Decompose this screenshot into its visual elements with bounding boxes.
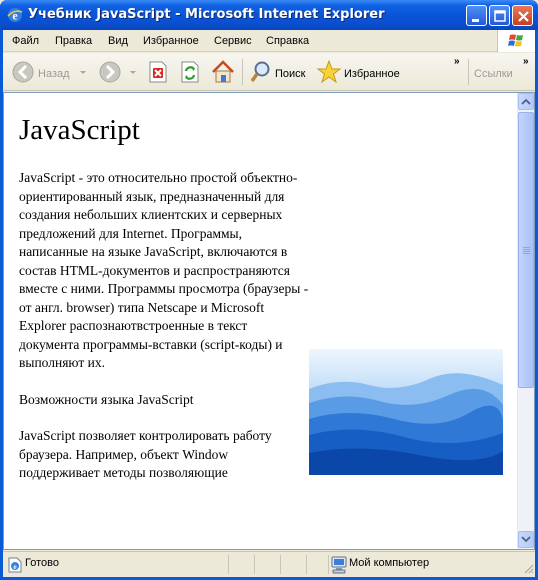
page-heading: JavaScript <box>19 114 140 146</box>
menu-help[interactable]: Справка <box>266 35 309 47</box>
intro-paragraph: JavaScript - это относительно простой об… <box>19 170 309 370</box>
zone-label: Мой компьютер <box>349 557 430 569</box>
my-computer-icon <box>331 556 347 574</box>
browser-control-paragraph: JavaScript позволяет контролировать рабо… <box>19 428 272 480</box>
ie-window: e Учебник JavaScript - Microsoft Interne… <box>0 0 538 580</box>
status-cell <box>229 555 255 574</box>
maximize-icon <box>494 10 506 22</box>
window-frame: Файл Правка Вид Избранное Сервис Справка… <box>3 30 535 577</box>
scroll-grip <box>523 249 530 250</box>
refresh-icon[interactable] <box>179 58 201 86</box>
vertical-scrollbar[interactable] <box>517 93 534 549</box>
windows-flag-icon <box>508 34 523 47</box>
toolbar-separator <box>468 59 469 85</box>
page-viewport[interactable]: JavaScript JavaScript - это относительно… <box>3 92 535 550</box>
standard-toolbar: Назад Поиск Избранное » Ссылки » <box>3 53 535 91</box>
links-label[interactable]: Ссылки <box>474 68 513 80</box>
menu-edit[interactable]: Правка <box>55 35 92 47</box>
links-overflow-chevron[interactable]: » <box>523 56 529 67</box>
home-icon[interactable] <box>210 58 236 86</box>
status-main-cell <box>3 555 229 574</box>
title-bar[interactable]: e Учебник JavaScript - Microsoft Interne… <box>0 0 538 30</box>
favorites-button-label[interactable]: Избранное <box>344 68 400 80</box>
minimize-icon <box>472 19 479 22</box>
features-paragraph: Возможности языка JavaScript <box>19 391 194 407</box>
toolbar-overflow-chevron[interactable]: » <box>454 56 460 67</box>
forward-dropdown-icon[interactable] <box>128 58 138 86</box>
menu-bar: Файл Правка Вид Избранное Сервис Справка <box>3 30 535 52</box>
ie-logo-icon: e <box>7 8 23 23</box>
chevron-down-icon <box>521 536 531 543</box>
scroll-up-button[interactable] <box>518 93 534 110</box>
menu-view[interactable]: Вид <box>108 35 128 47</box>
back-dropdown-icon[interactable] <box>78 58 88 86</box>
chevron-up-icon <box>521 98 531 105</box>
mountain-landscape-image <box>309 349 503 475</box>
scroll-grip <box>523 251 530 252</box>
status-cell <box>307 555 329 574</box>
scroll-grip <box>523 253 530 254</box>
menu-tools[interactable]: Сервис <box>214 35 252 47</box>
search-icon[interactable] <box>249 58 273 86</box>
stop-icon[interactable] <box>147 58 169 86</box>
toolbar-separator <box>242 59 243 85</box>
close-icon <box>518 11 529 22</box>
scroll-down-button[interactable] <box>518 531 534 548</box>
back-button-label[interactable]: Назад <box>38 68 70 80</box>
status-bar: e Готово Мой компьютер <box>3 551 535 577</box>
back-arrow-icon[interactable] <box>11 58 37 86</box>
resize-grip-icon[interactable] <box>522 562 534 574</box>
search-button-label[interactable]: Поиск <box>275 68 305 80</box>
status-cell <box>281 555 307 574</box>
windows-logo <box>497 30 535 52</box>
menu-file[interactable]: Файл <box>12 35 39 47</box>
page-content: JavaScript JavaScript - это относительно… <box>19 113 309 501</box>
close-button[interactable] <box>512 5 533 26</box>
forward-arrow-icon[interactable] <box>98 58 124 86</box>
menu-favorites[interactable]: Избранное <box>143 35 199 47</box>
favorites-star-icon[interactable] <box>316 58 342 86</box>
scroll-thumb[interactable] <box>518 112 534 388</box>
minimize-button[interactable] <box>466 5 487 26</box>
scroll-grip <box>523 247 530 248</box>
maximize-button[interactable] <box>489 5 510 26</box>
window-title: Учебник JavaScript - Microsoft Internet … <box>28 7 385 22</box>
status-cell <box>255 555 281 574</box>
